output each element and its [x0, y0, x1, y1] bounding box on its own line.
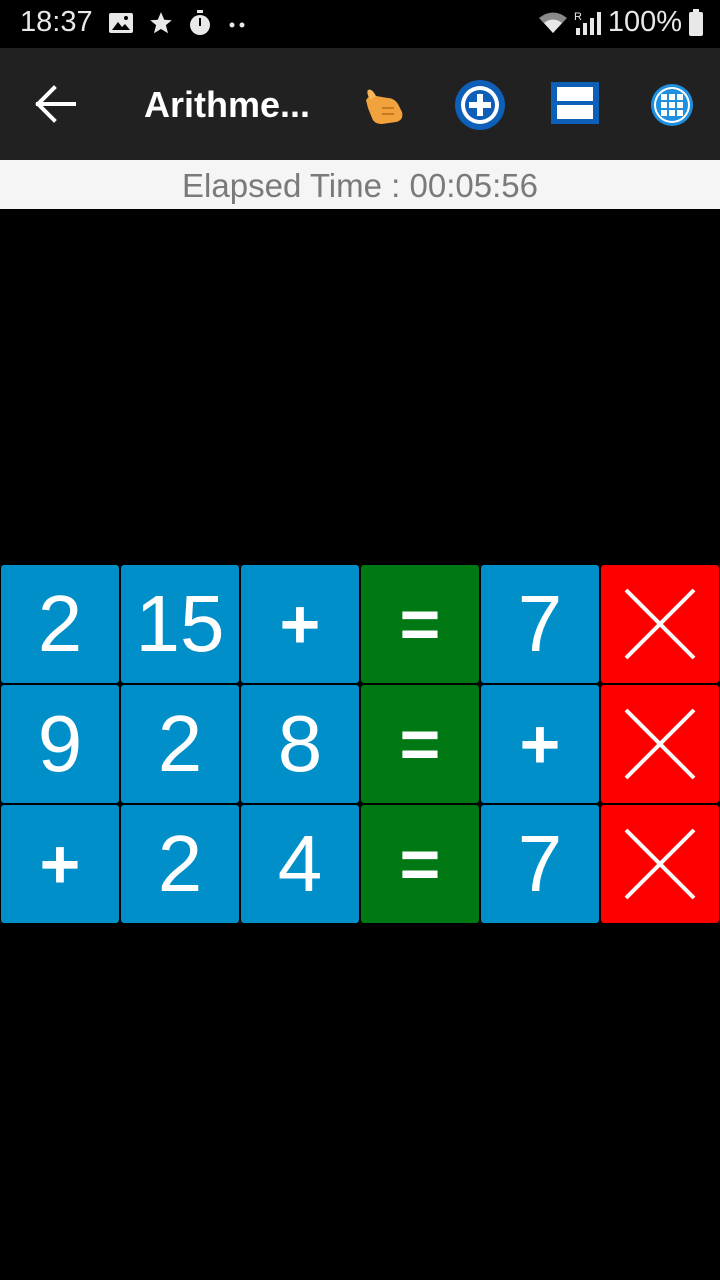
wrong-row-3[interactable]: [601, 805, 719, 923]
tile-value: +: [279, 585, 321, 663]
tile-r3-c5[interactable]: 7: [481, 805, 599, 923]
wrong-row-2[interactable]: [601, 685, 719, 803]
back-button[interactable]: [34, 84, 78, 124]
wifi-icon: [538, 12, 567, 33]
svg-text:R: R: [574, 11, 582, 23]
hint-button[interactable]: [358, 78, 412, 132]
app-bar: Arithme...: [0, 48, 720, 160]
tile-value: 4: [277, 819, 323, 908]
status-bar: 18:37 R 100%: [0, 0, 720, 48]
tile-value: 2: [157, 699, 203, 788]
tile-value: 9: [37, 699, 83, 788]
layout-rows-icon: [551, 82, 599, 124]
tile-value: 8: [277, 699, 323, 788]
tile-value: =: [399, 825, 441, 903]
tile-value: +: [39, 825, 81, 903]
puzzle-grid: 2 15 + = 7 9 2 8 = + + 2 4 = 7: [0, 564, 720, 924]
signal-icon: R: [574, 11, 601, 35]
battery-percent: 100%: [607, 6, 682, 38]
tile-value: =: [399, 585, 441, 663]
back-arrow-icon: [35, 85, 76, 123]
equals-tile-r1[interactable]: =: [361, 565, 479, 683]
tile-r2-c1[interactable]: 9: [1, 685, 119, 803]
equals-tile-r2[interactable]: =: [361, 685, 479, 803]
wrong-row-1[interactable]: [601, 565, 719, 683]
add-circle-icon: [455, 80, 505, 130]
tile-r1-c2[interactable]: 15: [121, 565, 239, 683]
tile-r1-c3[interactable]: +: [241, 565, 359, 683]
tile-r2-c2[interactable]: 2: [121, 685, 239, 803]
dots-icon: [229, 22, 245, 28]
elapsed-time: Elapsed Time : 00:05:56: [0, 160, 720, 209]
close-icon: [624, 708, 696, 780]
status-time: 18:37: [20, 6, 93, 38]
tile-value: 2: [37, 579, 83, 668]
close-icon: [624, 828, 696, 900]
add-button[interactable]: [453, 78, 507, 132]
tile-value: =: [399, 705, 441, 783]
status-system: R 100%: [538, 6, 704, 39]
tile-r3-c1[interactable]: +: [1, 805, 119, 923]
star-icon: [150, 12, 172, 34]
tile-r1-c5[interactable]: 7: [481, 565, 599, 683]
tile-value: 7: [517, 579, 563, 668]
hint-hand-icon: [366, 89, 403, 124]
grid-menu-button[interactable]: [646, 78, 700, 132]
close-icon: [624, 588, 696, 660]
image-icon: [109, 13, 133, 33]
tile-r1-c1[interactable]: 2: [1, 565, 119, 683]
tile-r2-c5[interactable]: +: [481, 685, 599, 803]
tile-r3-c3[interactable]: 4: [241, 805, 359, 923]
tile-value: 15: [135, 579, 225, 668]
tile-r3-c2[interactable]: 2: [121, 805, 239, 923]
timer-icon: [190, 10, 210, 35]
grid-menu-icon: [651, 84, 693, 126]
equals-tile-r3[interactable]: =: [361, 805, 479, 923]
app-title: Arithme...: [144, 84, 311, 125]
tile-value: 2: [157, 819, 203, 908]
status-notifications: [108, 10, 250, 36]
battery-icon: [689, 8, 703, 36]
layout-button[interactable]: [549, 78, 603, 132]
tile-r2-c3[interactable]: 8: [241, 685, 359, 803]
tile-value: 7: [517, 819, 563, 908]
tile-value: +: [519, 705, 561, 783]
